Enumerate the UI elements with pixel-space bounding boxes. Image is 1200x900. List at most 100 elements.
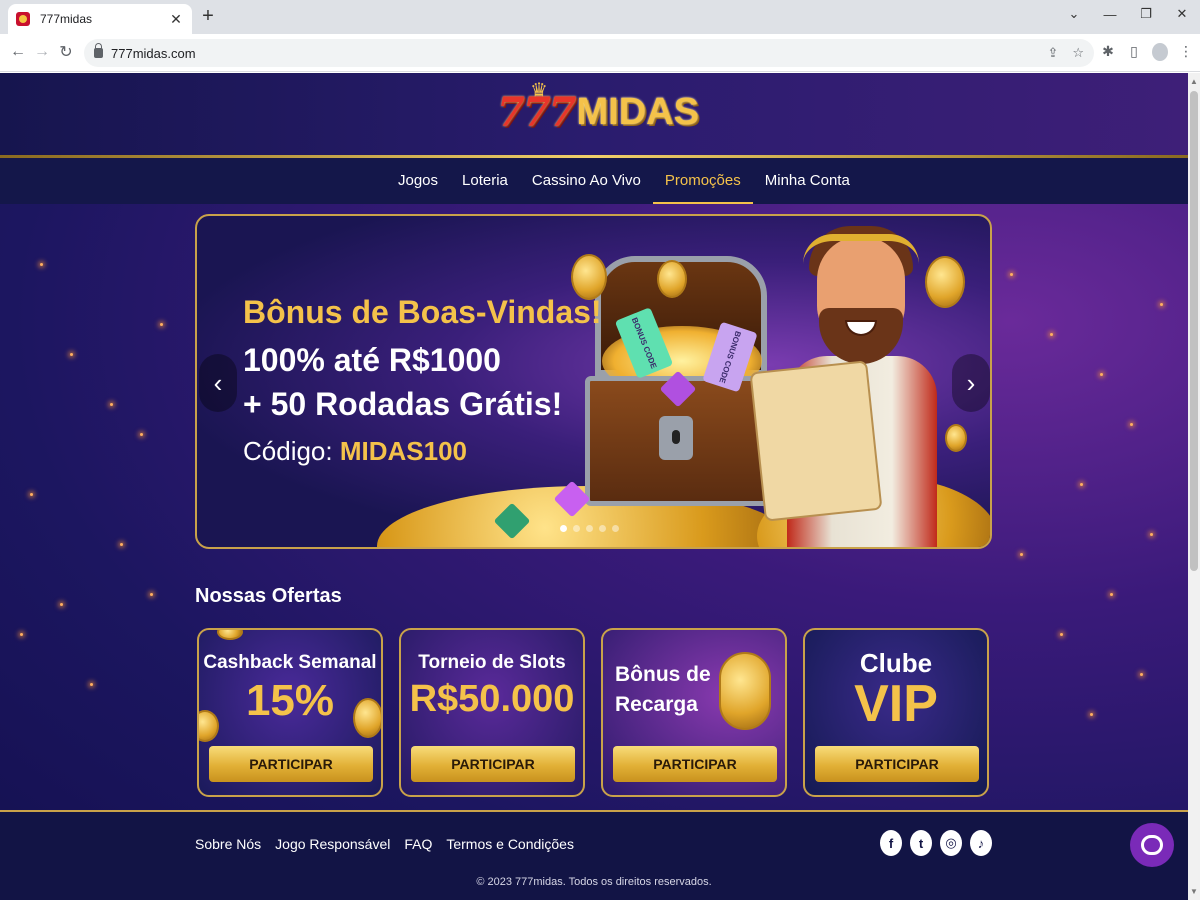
extensions-icon[interactable]: ✱ [1100,43,1116,61]
chat-button[interactable] [1130,823,1174,867]
scroll-up-icon[interactable]: ▲ [1190,77,1198,86]
sparkle [1010,273,1013,276]
site-logo[interactable]: 777 MIDAS [497,89,699,136]
share-icon[interactable]: ⇪ [1047,45,1058,61]
footer-link-termos[interactable]: Termos e Condições [446,836,574,852]
sparkle [60,603,63,606]
footer-link-jogo-responsavel[interactable]: Jogo Responsável [275,836,390,852]
hero-code: Código: MIDAS100 [243,436,467,467]
carousel-dot[interactable] [573,525,580,532]
back-icon[interactable]: ← [8,42,28,62]
profile-icon[interactable] [1152,43,1168,61]
hero-code-value: MIDAS100 [339,436,468,466]
hero-offer-line1: 100% até R$1000 [243,342,501,378]
coin [217,630,243,640]
offer-highlight: R$50.000 [409,678,575,720]
footer-links: Sobre Nós Jogo Responsável FAQ Termos e … [195,836,574,852]
participar-button[interactable]: PARTICIPAR [815,746,979,782]
window-controls: ⌄ — ❐ ✕ [1056,0,1200,30]
instagram-icon[interactable]: ◎ [940,830,962,856]
forward-icon[interactable]: → [32,42,52,62]
offer-card-vip[interactable]: Clube VIP PARTICIPAR [803,628,989,797]
nav-item-jogos[interactable]: Jogos [386,158,450,204]
facebook-icon[interactable]: f [880,830,902,856]
sparkle [1110,593,1113,596]
chevron-left-icon[interactable]: ‹ [199,354,237,412]
carousel-dots [560,525,619,532]
carousel-dot[interactable] [612,525,619,532]
copyright: © 2023 777midas. Todos os direitos reser… [476,876,712,888]
nav-item-loteria[interactable]: Loteria [450,158,520,204]
window-close-icon[interactable]: ✕ [1164,0,1200,28]
hero-banner[interactable]: BONUS CODE BONUS CODE Bônus de Boas-Vind… [195,214,992,549]
lock-icon[interactable] [94,43,103,58]
participar-button[interactable]: PARTICIPAR [411,746,575,782]
offer-card-recarga[interactable]: Bônus de Recarga PARTICIPAR [601,628,787,797]
tab-title: 777midas [40,12,93,26]
scroll [749,360,883,522]
nav-item-minha-conta[interactable]: Minha Conta [753,158,862,204]
footer-link-sobre[interactable]: Sobre Nós [195,836,261,852]
sparkle [1160,303,1163,306]
browser-tab[interactable]: 777midas ✕ [8,4,192,34]
offer-highlight: 15% [245,676,335,725]
chevron-down-icon[interactable]: ⌄ [1056,0,1092,28]
menu-icon[interactable]: ⋮ [1178,43,1194,61]
offer-card-torneio[interactable]: Torneio de Slots R$50.000 PARTICIPAR [399,628,585,797]
site-footer: Sobre Nós Jogo Responsável FAQ Termos e … [0,810,1188,900]
offer-title: Bônus de Recarga [615,663,711,716]
offer-card-cashback[interactable]: Cashback Semanal 15% PARTICIPAR [197,628,383,797]
coin [925,256,965,308]
logo-sevens: 777 [497,89,576,136]
chest-lock [659,416,693,460]
carousel-dot[interactable] [586,525,593,532]
sparkle [1150,533,1153,536]
coin [945,424,967,452]
chevron-right-icon[interactable]: › [952,354,990,412]
sparkle [1050,333,1053,336]
sparkle [160,323,163,326]
site-header: ♛ 777 MIDAS [0,73,1188,157]
chat-icon [1141,835,1163,855]
participar-button[interactable]: PARTICIPAR [613,746,777,782]
main-nav: Jogos Loteria Cassino Ao Vivo Promoções … [0,158,1188,204]
close-icon[interactable]: ✕ [168,11,184,28]
social-links: f t ◎ ♪ [880,830,992,856]
sparkle [40,263,43,266]
sparkle [1080,483,1083,486]
reload-icon[interactable]: ↻ [56,42,76,62]
hero-title: Bônus de Boas-Vindas! [243,294,602,330]
sparkle [1090,713,1093,716]
hero-code-label: Código: [243,436,333,466]
minimize-icon[interactable]: — [1092,0,1128,28]
restore-icon[interactable]: ❐ [1128,0,1164,28]
sparkle [30,493,33,496]
nav-item-promocoes[interactable]: Promoções [652,158,753,204]
scroll-down-icon[interactable]: ▼ [1190,887,1198,896]
carousel-dot[interactable] [599,525,606,532]
tiktok-icon[interactable]: ♪ [970,830,992,856]
sparkle [1020,553,1023,556]
sidepanel-icon[interactable]: ▯ [1126,43,1142,61]
sparkle [1060,633,1063,636]
site-favicon-icon [16,12,30,26]
scroll-thumb[interactable] [1190,91,1198,571]
footer-link-faq[interactable]: FAQ [404,836,432,852]
twitter-icon[interactable]: t [910,830,932,856]
sparkle [140,433,143,436]
carousel-dot[interactable] [560,525,567,532]
nav-item-cassino-ao-vivo[interactable]: Cassino Ao Vivo [520,158,653,204]
plus-icon[interactable]: + [198,5,218,28]
star-icon[interactable]: ☆ [1072,45,1084,61]
sparkle [150,593,153,596]
sparkle [20,633,23,636]
sparkle [1130,423,1133,426]
golden-idol-icon [719,652,771,730]
page-scrollbar[interactable]: ▲ ▼ [1188,73,1200,900]
address-bar[interactable]: 777midas.com ⇪ ☆ [84,39,1094,67]
hero-offer-line2: + 50 Rodadas Grátis! [243,386,563,422]
offer-title: Cashback Semanal [203,652,377,673]
url-text: 777midas.com [111,45,196,61]
participar-button[interactable]: PARTICIPAR [209,746,373,782]
sparkle [70,353,73,356]
